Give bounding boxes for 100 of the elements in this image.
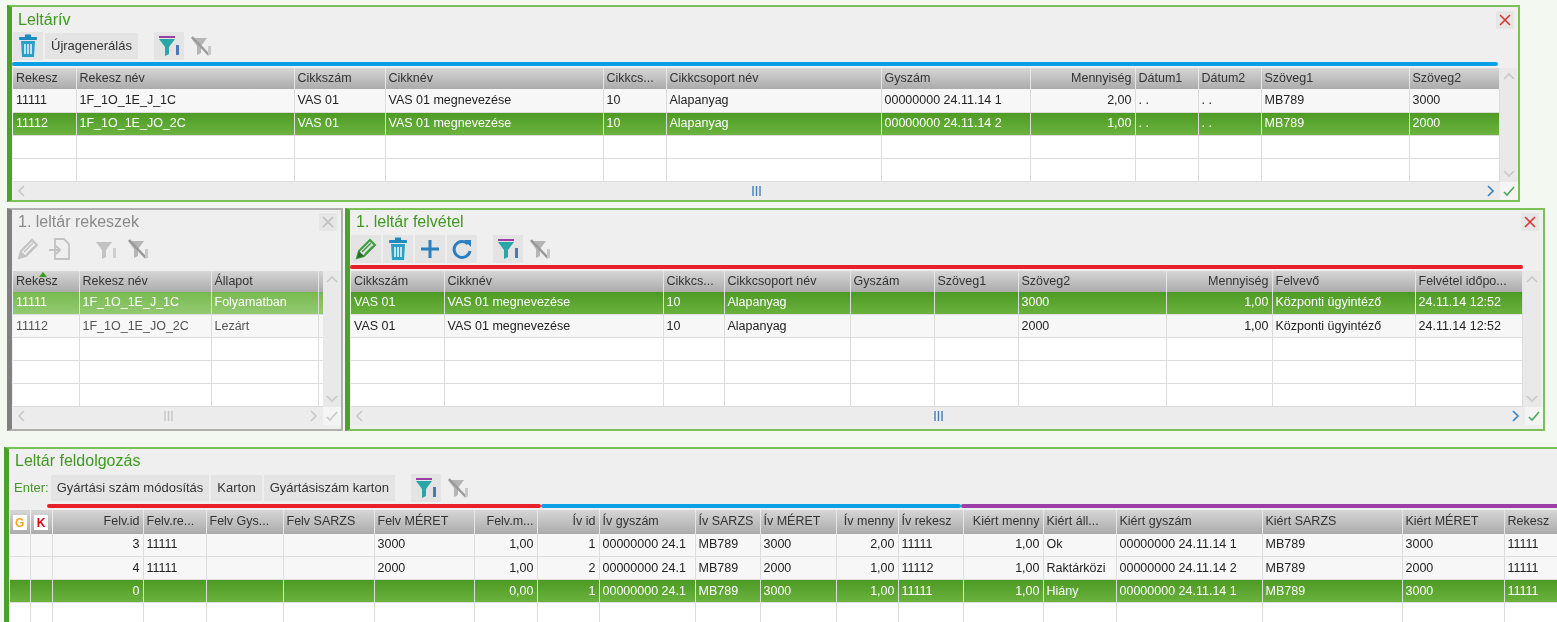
close-button[interactable] xyxy=(1521,213,1539,231)
toolbar-button[interactable]: Karton xyxy=(211,474,262,501)
table-cell: Központi ügyintéző xyxy=(1275,295,1382,310)
table-row[interactable]: 4 11111 2000 1,00 2 00000000 24.1 MB789 2000 1,00 11112 1,00 Raktárközi 00000000 24.11.14 2 MB789 2000 11111 xyxy=(10,556,1557,580)
table-cell: 2,00 xyxy=(870,537,895,552)
table-cell: 3000 xyxy=(1405,537,1434,552)
table-cell: 11112 xyxy=(16,116,48,131)
scroll-grip-icon xyxy=(163,411,173,421)
column-header[interactable]: Felv.id xyxy=(103,514,140,529)
flag-badge: G xyxy=(12,515,27,530)
enter-label: Enter: xyxy=(13,478,49,497)
table-cell: 3000 xyxy=(763,583,792,598)
column-header[interactable]: Cikknév xyxy=(388,71,433,86)
column-header[interactable]: Felv.m... xyxy=(486,514,534,529)
table-cell: 11111 xyxy=(146,537,178,552)
column-header[interactable]: Felv MÉRET xyxy=(377,514,449,529)
column-header[interactable]: Ív gyszám xyxy=(602,514,659,529)
table-cell: 1,00 xyxy=(1015,560,1040,575)
column-header[interactable]: Állapot xyxy=(214,273,253,288)
column-header[interactable]: Kiért MÉRET xyxy=(1405,514,1479,529)
column-header[interactable]: Kiért gyszám xyxy=(1119,514,1192,529)
column-header[interactable]: Ív MÉRET xyxy=(763,514,821,529)
column-header[interactable]: Kiért áll... xyxy=(1046,514,1099,529)
column-header[interactable]: Ív id xyxy=(572,514,596,529)
table-row[interactable]: 11112 1F_1O_1E_JO_2C Lezárt xyxy=(13,314,323,338)
column-header[interactable]: Cikkszám xyxy=(354,273,409,288)
table-cell: 3000 xyxy=(1405,583,1434,598)
table-cell: 3 xyxy=(132,537,140,552)
close-button[interactable] xyxy=(1496,10,1514,29)
table-cell: VAS 01 xyxy=(297,116,339,131)
filter-clear-icon xyxy=(126,237,150,260)
column-header[interactable]: Felv SARZS xyxy=(286,514,356,529)
refresh-button[interactable] xyxy=(447,234,477,263)
column-header[interactable]: Szöveg2 xyxy=(1021,273,1071,288)
table-row[interactable]: 3 11111 3000 1,00 1 00000000 24.1 MB789 3000 2,00 11111 1,00 Ok 00000000 24.11.14 1 MB789 3000 11111 xyxy=(10,533,1557,557)
delete-button[interactable] xyxy=(383,234,413,263)
column-header[interactable]: Cikkcsoport név xyxy=(669,71,759,86)
filter-icon xyxy=(156,35,181,57)
column-header[interactable]: Cikkcsoport név xyxy=(727,273,817,288)
table-cell: 3000 xyxy=(1412,92,1441,107)
column-header[interactable]: Kiért SARZS xyxy=(1265,514,1337,529)
table-cell: 11111 xyxy=(1507,560,1539,575)
table-cell: MB789 xyxy=(1265,537,1306,552)
column-header[interactable]: Gyszám xyxy=(853,273,900,288)
check-icon[interactable] xyxy=(1503,184,1515,197)
table-cell: 1,00 xyxy=(509,560,534,575)
column-header[interactable]: Cikkszám xyxy=(297,71,352,86)
column-header[interactable]: Rekesz xyxy=(16,71,58,86)
column-header[interactable]: Felvétel időpo... xyxy=(1418,273,1507,288)
column-header[interactable]: Ív SARZS xyxy=(698,514,754,529)
column-header[interactable]: Ív menny xyxy=(843,514,895,529)
table-row[interactable]: 11111 1F_1O_1E_J_1C VAS 01 VAS 01 megnevezése 10 Alapanyag 00000000 24.11.14 1 2,00 . . . . MB789 3000 xyxy=(13,89,1499,112)
table-row[interactable]: VAS 01 VAS 01 megnevezése 10 Alapanyag 2000 1,00 Központi ügyintéző 24.11.14 12:52 xyxy=(351,314,1522,338)
filter-button[interactable] xyxy=(153,32,184,60)
column-header[interactable]: Ív rekesz xyxy=(901,514,952,529)
scroll-grip-icon xyxy=(752,185,761,196)
panel-title: Leltárív xyxy=(18,9,71,30)
column-header[interactable]: Mennyiség xyxy=(1208,273,1269,288)
column-header[interactable]: Felv Gys... xyxy=(209,514,270,529)
table-cell: 0,00 xyxy=(509,583,534,598)
column-header[interactable]: Mennyiség xyxy=(1071,71,1132,86)
filter-button[interactable] xyxy=(410,473,441,502)
column-header[interactable]: Gyszám xyxy=(884,71,931,86)
check-icon[interactable] xyxy=(326,410,338,422)
table-cell: 00000000 24.1 xyxy=(602,583,686,598)
column-header[interactable]: Rekesz xyxy=(16,273,58,288)
column-header[interactable]: Szöveg2 xyxy=(1412,71,1462,86)
column-header[interactable]: Kiért menny xyxy=(972,514,1040,529)
column-header[interactable]: Felvevő xyxy=(1275,273,1320,288)
table-cell: . . xyxy=(1201,116,1212,131)
column-header[interactable]: Rekesz xyxy=(1507,514,1550,529)
column-header[interactable]: Cikkcs... xyxy=(666,273,714,288)
filter-button[interactable] xyxy=(493,234,523,263)
table-cell: 10 xyxy=(666,318,681,333)
vertical-scrollbar[interactable] xyxy=(323,270,341,407)
table-cell: Ok xyxy=(1046,537,1063,552)
column-header[interactable]: Dátum2 xyxy=(1201,71,1246,86)
table-cell: . . xyxy=(1138,116,1149,131)
column-header[interactable]: Cikknév xyxy=(447,273,492,288)
table-cell: Alapanyag xyxy=(669,116,729,131)
add-button[interactable] xyxy=(415,234,445,263)
check-icon[interactable] xyxy=(1528,410,1540,422)
column-header[interactable]: Felv.re... xyxy=(146,514,195,529)
column-header[interactable]: Cikkcs... xyxy=(606,71,654,86)
column-header[interactable]: Szöveg1 xyxy=(937,273,987,288)
edit-button[interactable] xyxy=(351,234,381,263)
column-header[interactable]: Rekesz név xyxy=(79,71,145,86)
column-header[interactable]: Szöveg1 xyxy=(1264,71,1314,86)
column-header[interactable]: Rekesz név xyxy=(82,273,148,288)
filter-clear-icon xyxy=(528,237,552,260)
table-cell: MB789 xyxy=(1264,92,1305,107)
table-cell: MB789 xyxy=(698,537,739,552)
delete-button[interactable] xyxy=(13,32,43,60)
table-cell: 1,00 xyxy=(870,560,895,575)
column-header[interactable]: Dátum1 xyxy=(1138,71,1183,86)
toolbar-button[interactable]: Gyártási szám módosítás xyxy=(50,474,210,501)
table-cell: VAS 01 megnevezése xyxy=(447,295,571,310)
toolbar-button[interactable]: Gyártásiszám karton xyxy=(263,474,395,501)
table-cell: 11111 xyxy=(16,92,48,107)
toolbar-button[interactable]: Újragenerálás xyxy=(45,33,138,59)
